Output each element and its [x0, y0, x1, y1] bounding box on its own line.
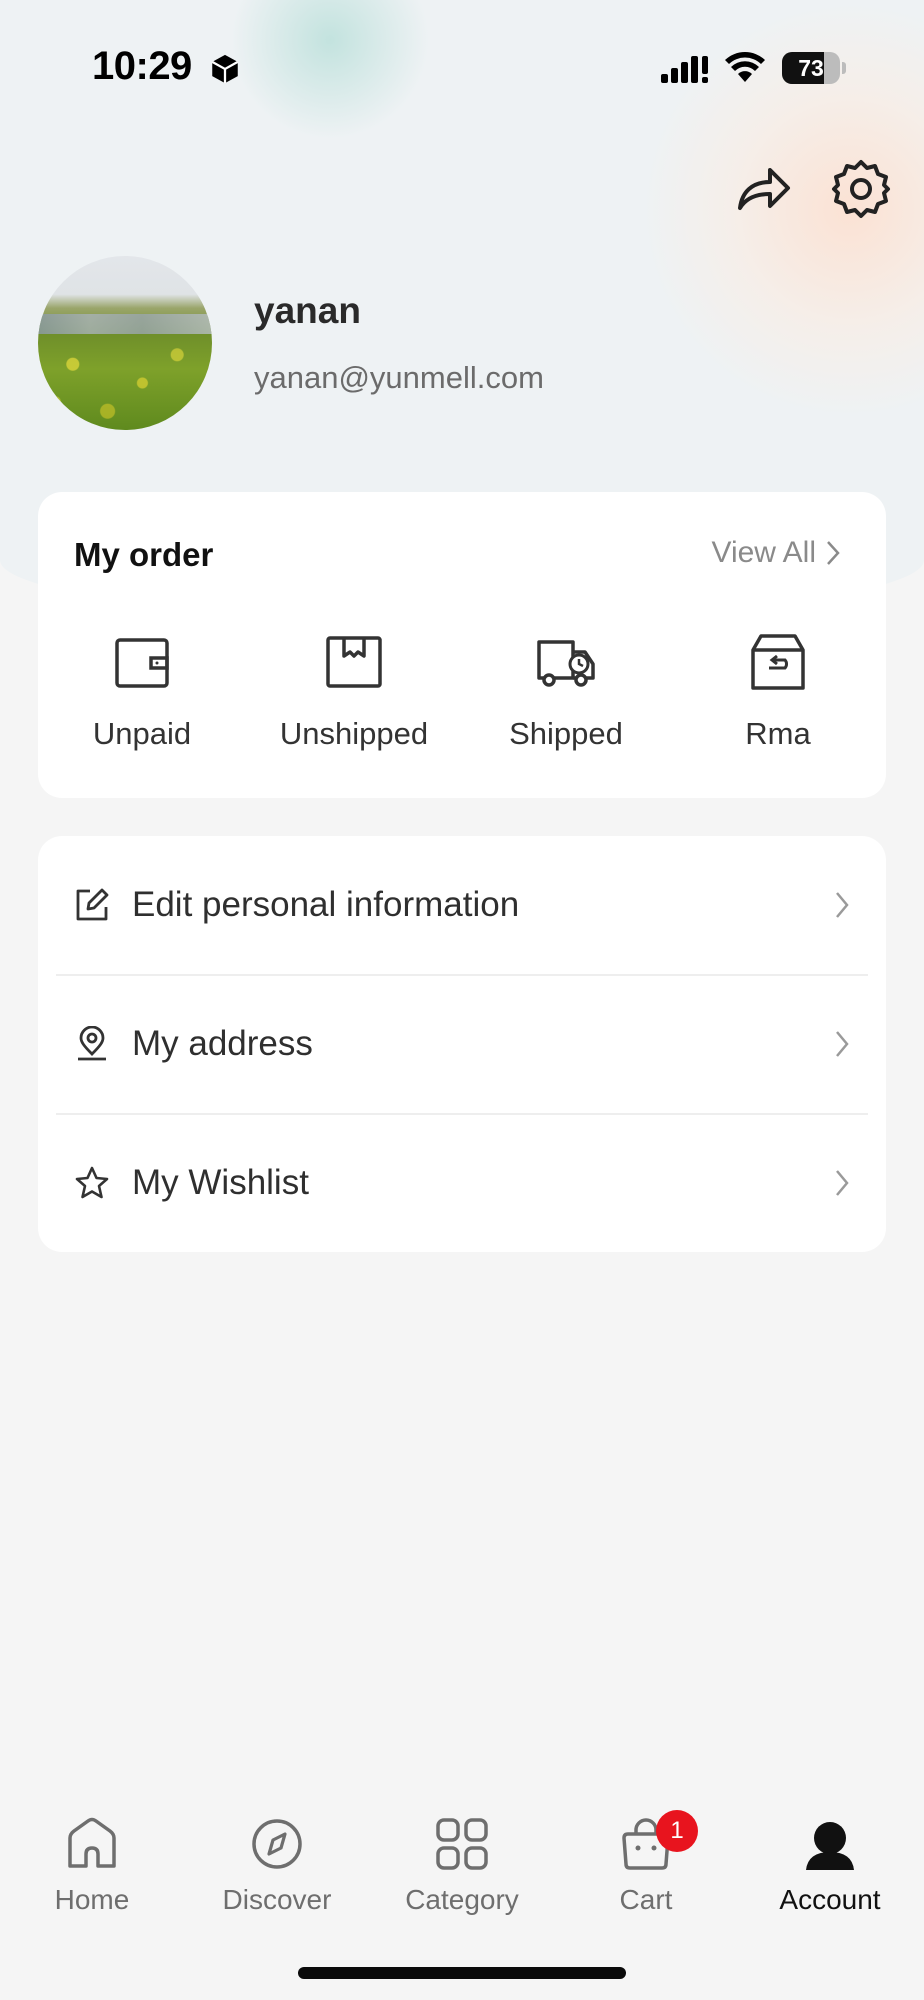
- menu-item-my-wishlist[interactable]: My Wishlist: [38, 1114, 886, 1252]
- signal-icon: [661, 56, 708, 83]
- return-box-icon: [751, 634, 805, 690]
- wallet-icon: [115, 638, 169, 688]
- gear-icon[interactable]: [830, 158, 892, 220]
- menu-item-edit-personal-information[interactable]: Edit personal information: [38, 836, 886, 974]
- cart-badge: 1: [656, 1810, 698, 1852]
- battery-indicator: 73: [782, 52, 840, 84]
- order-status-unpaid[interactable]: Unpaid: [42, 632, 242, 762]
- order-status-unshipped[interactable]: Unshipped: [254, 632, 454, 762]
- edit-icon: [76, 888, 109, 921]
- status-bar: 10:29 73: [0, 0, 924, 130]
- menu-item-label: Edit personal information: [132, 885, 520, 924]
- battery-cap: [842, 62, 846, 74]
- order-status-label: Unshipped: [279, 716, 429, 751]
- order-status-label: Shipped: [509, 716, 623, 751]
- view-all-label: View All: [711, 536, 816, 569]
- order-status-label: Rma: [745, 716, 811, 751]
- star-icon: [75, 1166, 109, 1199]
- menu-item-my-address[interactable]: My address: [38, 975, 886, 1113]
- home-indicator: [298, 1967, 626, 1979]
- order-status-label: Unpaid: [92, 716, 192, 751]
- grid-icon: [436, 1818, 488, 1870]
- order-status-rma[interactable]: Rma: [678, 632, 878, 762]
- view-all-link[interactable]: View All: [711, 536, 840, 570]
- account-icon: [806, 1822, 854, 1870]
- truck-icon: [537, 640, 595, 687]
- menu-item-label: My Wishlist: [132, 1163, 309, 1202]
- battery-level: 73: [798, 55, 824, 81]
- chevron-right-icon: [827, 541, 840, 565]
- status-time: 10:29: [92, 44, 192, 88]
- nav-label: Cart: [619, 1884, 673, 1915]
- menu-card: Edit personal information My address My …: [38, 836, 886, 1252]
- nav-label: Category: [405, 1884, 519, 1915]
- nav-cart[interactable]: 1 Cart: [566, 1810, 726, 1936]
- order-title: My order: [74, 536, 214, 573]
- avatar[interactable]: [38, 256, 212, 430]
- location-icon: [78, 1026, 106, 1061]
- cube-icon: [211, 54, 239, 84]
- nav-discover[interactable]: Discover: [197, 1816, 357, 1936]
- chevron-right-icon: [836, 1170, 849, 1196]
- menu-item-label: My address: [132, 1024, 313, 1063]
- user-email: yanan@yunmell.com: [254, 360, 544, 395]
- share-forward-icon[interactable]: [732, 158, 794, 220]
- box-icon: [326, 636, 382, 688]
- chevron-right-icon: [836, 1031, 849, 1057]
- nav-category[interactable]: Category: [382, 1816, 542, 1936]
- user-name: yanan: [254, 290, 361, 331]
- chevron-right-icon: [836, 892, 849, 918]
- nav-label: Account: [779, 1884, 881, 1915]
- nav-account[interactable]: Account: [750, 1816, 910, 1936]
- home-icon: [68, 1817, 116, 1868]
- nav-label: Discover: [222, 1884, 332, 1915]
- wifi-icon: [725, 52, 765, 82]
- compass-icon: [252, 1819, 302, 1869]
- order-status-shipped[interactable]: Shipped: [466, 632, 666, 762]
- nav-home[interactable]: Home: [12, 1816, 172, 1936]
- order-card: My order View All Unpaid Unshipped Shipp…: [38, 492, 886, 798]
- nav-label: Home: [54, 1884, 130, 1915]
